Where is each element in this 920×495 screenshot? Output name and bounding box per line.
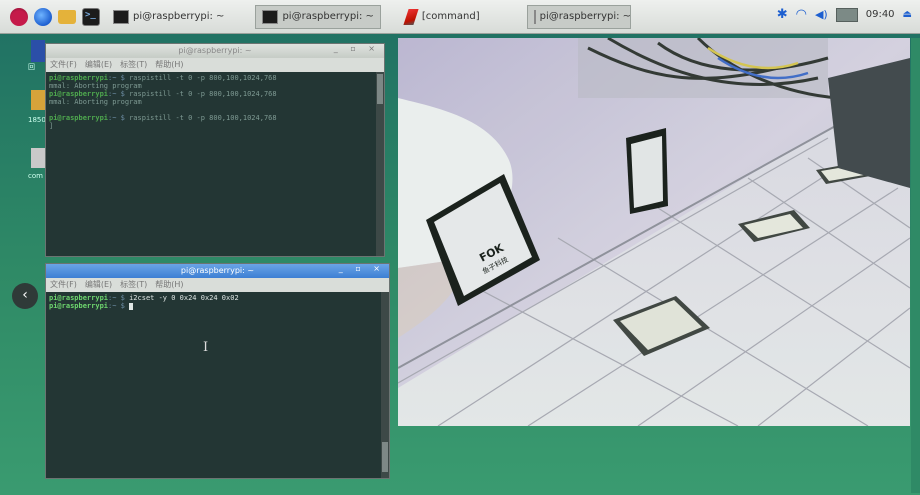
volume-icon[interactable]: ◀)	[815, 8, 828, 21]
camera-preview-image: FOK 鱼子科技	[398, 38, 910, 426]
window-title: pi@raspberrypi: ~	[180, 266, 255, 275]
terminal-output[interactable]: pi@raspberrypi:~ $ i2cset -y 0 0x24 0x24…	[46, 292, 381, 478]
menu-tabs[interactable]: 标签(T)	[120, 58, 147, 72]
wifi-icon[interactable]: ◠	[796, 7, 807, 22]
desktop-folder-icon[interactable]	[31, 90, 45, 110]
mouse-ibeam-cursor: I	[203, 340, 209, 355]
back-arrow-button[interactable]: ‹	[12, 283, 38, 309]
system-tray: ✱ ◠ ◀) 09:40 ⏏	[777, 7, 912, 22]
terminal-line: mmal: Aborting program	[49, 98, 142, 106]
task-label: pi@raspberrypi: ~	[133, 11, 225, 22]
scrollbar[interactable]	[381, 292, 389, 478]
terminal-icon	[262, 9, 279, 24]
desktop-icon-label: 回	[28, 63, 35, 71]
desktop-icon-label: com	[28, 172, 43, 180]
camera-preview: FOK 鱼子科技	[398, 38, 910, 426]
menu-edit[interactable]: 编辑(E)	[85, 58, 112, 72]
window-title: pi@raspberrypi: ~	[178, 46, 252, 55]
window-controls[interactable]: _ ▫ ×	[339, 264, 385, 273]
menu-file[interactable]: 文件(F)	[50, 58, 77, 72]
taskbar: pi@raspberrypi: ~ pi@raspberrypi: ~ [com…	[0, 0, 920, 34]
scrollbar-thumb[interactable]	[377, 74, 383, 104]
terminal-line: pi@raspberrypi:~ $ raspistill -t 0 -p 80…	[49, 114, 277, 122]
taskbar-task-terminal-1[interactable]: pi@raspberrypi: ~	[106, 5, 231, 29]
menubar: 文件(F) 编辑(E) 标签(T) 帮助(H)	[46, 58, 384, 72]
task-label: [command]	[421, 11, 480, 22]
terminal-icon	[533, 9, 536, 24]
task-label: pi@raspberrypi: ~	[539, 11, 631, 22]
terminal-icon	[113, 9, 129, 24]
menu-tabs[interactable]: 标签(T)	[120, 278, 147, 292]
terminal-line: pi@raspberrypi:~ $ raspistill -t 0 -p 80…	[49, 90, 277, 98]
eject-icon[interactable]: ⏏	[903, 9, 912, 20]
terminal-line: pi@raspberrypi:~ $ i2cset -y 0 0x24 0x24…	[49, 294, 239, 302]
window-titlebar[interactable]: pi@raspberrypi: ~ _ ▫ ×	[46, 44, 384, 58]
terminal-line: ]	[49, 122, 54, 130]
window-titlebar[interactable]: pi@raspberrypi: ~ _ ▫ ×	[46, 264, 389, 278]
scrollbar[interactable]	[376, 72, 384, 256]
menu-help[interactable]: 帮助(H)	[155, 278, 183, 292]
browser-icon[interactable]	[34, 7, 52, 26]
desktop-file-icon[interactable]	[31, 148, 45, 168]
file-manager-icon[interactable]	[58, 9, 76, 24]
clock[interactable]: 09:40	[866, 9, 895, 20]
taskbar-task-terminal-3[interactable]: pi@raspberrypi: ~	[526, 4, 631, 29]
terminal-line: pi@raspberrypi:~ $ raspistill -t 0 -p 80…	[49, 74, 277, 82]
terminal-launcher-icon[interactable]	[82, 7, 100, 26]
bluetooth-icon[interactable]: ✱	[777, 7, 788, 22]
desktop-background-edge	[911, 38, 920, 493]
terminal-line: mmal: Aborting program	[49, 82, 142, 90]
terminal-line: pi@raspberrypi:~ $	[49, 302, 378, 310]
taskbar-task-command[interactable]: [command]	[399, 5, 487, 29]
task-label: pi@raspberrypi: ~	[282, 11, 374, 22]
raspberry-menu-icon[interactable]	[10, 7, 28, 26]
desktop-icon-app[interactable]	[31, 40, 45, 62]
text-cursor	[129, 303, 134, 310]
window-controls[interactable]: _ ▫ ×	[334, 44, 380, 53]
terminal-window-bottom[interactable]: pi@raspberrypi: ~ _ ▫ × 文件(F) 编辑(E) 标签(T…	[45, 263, 390, 479]
menu-file[interactable]: 文件(F)	[50, 278, 77, 292]
menubar: 文件(F) 编辑(E) 标签(T) 帮助(H)	[46, 278, 389, 292]
cpu-monitor	[835, 7, 858, 22]
taskbar-task-terminal-2[interactable]: pi@raspberrypi: ~	[255, 4, 381, 29]
terminal-output[interactable]: pi@raspberrypi:~ $ raspistill -t 0 -p 80…	[46, 72, 376, 256]
desktop-icon-label: 1850	[28, 116, 46, 124]
menu-help[interactable]: 帮助(H)	[155, 58, 183, 72]
menu-edit[interactable]: 编辑(E)	[85, 278, 112, 292]
terminal-window-top[interactable]: pi@raspberrypi: ~ _ ▫ × 文件(F) 编辑(E) 标签(T…	[45, 43, 385, 257]
pen-icon	[403, 8, 419, 25]
scrollbar-thumb[interactable]	[382, 442, 388, 472]
